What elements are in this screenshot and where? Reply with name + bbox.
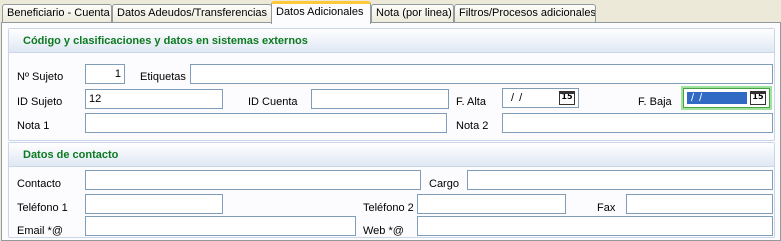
- web-input[interactable]: [417, 216, 773, 236]
- section-header: Datos de contacto: [9, 143, 774, 167]
- etiquetas-label: Etiquetas: [140, 71, 186, 83]
- tab-filtros-procesos-adicionales[interactable]: Filtros/Procesos adicionales: [454, 4, 596, 23]
- nota1-label: Nota 1: [17, 120, 50, 132]
- f-alta-value: / /: [511, 92, 524, 104]
- nota1-input[interactable]: [85, 113, 447, 133]
- email-input[interactable]: [85, 216, 356, 236]
- n-sujeto-label: Nº Sujeto: [17, 71, 64, 83]
- web-label: Web *@: [363, 225, 404, 237]
- section-header: Código y clasificaciones y datos en sist…: [9, 29, 774, 53]
- tab-beneficiario-cuenta[interactable]: Beneficiario - Cuenta: [2, 4, 112, 23]
- calendar-icon[interactable]: 15: [559, 91, 575, 105]
- tab-datos-adicionales[interactable]: Datos Adicionales: [271, 1, 371, 24]
- fax-input[interactable]: [626, 194, 773, 214]
- id-cuenta-label: ID Cuenta: [248, 96, 298, 108]
- nota2-label: Nota 2: [456, 120, 489, 132]
- section-contacto: Datos de contacto Contacto Cargo Teléfon…: [8, 142, 775, 238]
- section-codigos: Código y clasificaciones y datos en sist…: [8, 28, 775, 141]
- contacto-input[interactable]: [85, 170, 421, 190]
- calendar-icon[interactable]: 15: [750, 91, 766, 105]
- f-alta-datepicker[interactable]: / / 15: [502, 88, 579, 108]
- telefono2-input[interactable]: [417, 194, 566, 214]
- etiquetas-input[interactable]: [190, 64, 773, 84]
- section-title: Datos de contacto: [23, 149, 119, 161]
- cargo-input[interactable]: [467, 170, 773, 190]
- id-sujeto-label: ID Sujeto: [17, 96, 63, 108]
- tab-datos-adeudos-transferencias[interactable]: Datos Adeudos/Transferencias: [112, 4, 272, 23]
- tab-nota-por-linea[interactable]: Nota (por linea): [371, 4, 454, 23]
- telefono2-label: Teléfono 2: [363, 202, 414, 214]
- f-alta-label: F. Alta: [456, 96, 486, 108]
- f-baja-datepicker[interactable]: / / 15: [683, 88, 770, 108]
- id-cuenta-input[interactable]: [311, 89, 449, 109]
- telefono1-input[interactable]: [85, 194, 223, 214]
- f-baja-label: F. Baja: [638, 96, 672, 108]
- f-baja-value: / /: [687, 92, 747, 104]
- n-sujeto-input[interactable]: [85, 64, 125, 84]
- tab-strip: Beneficiario - Cuenta Datos Adeudos/Tran…: [0, 0, 781, 24]
- id-sujeto-input[interactable]: [85, 89, 223, 109]
- email-label: Email *@: [17, 225, 64, 237]
- contacto-label: Contacto: [17, 178, 62, 190]
- cargo-label: Cargo: [429, 178, 459, 190]
- nota2-input[interactable]: [502, 113, 773, 133]
- tab-panel: Código y clasificaciones y datos en sist…: [1, 22, 781, 241]
- telefono1-label: Teléfono 1: [17, 202, 68, 214]
- section-title: Código y clasificaciones y datos en sist…: [23, 35, 308, 47]
- fax-label: Fax: [597, 202, 616, 214]
